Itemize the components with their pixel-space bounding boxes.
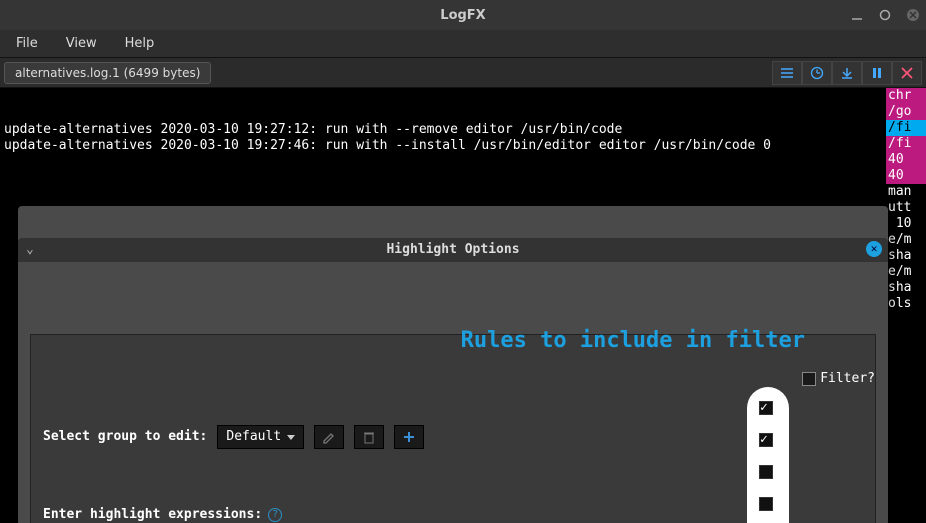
add-group-button[interactable]: [394, 425, 424, 449]
log-fragment: /fi: [886, 120, 926, 136]
tab-actions: [772, 61, 922, 85]
pause-icon[interactable]: [862, 61, 892, 85]
menu-help[interactable]: Help: [113, 32, 167, 55]
log-fragment: 40: [886, 152, 926, 168]
clock-icon[interactable]: [802, 61, 832, 85]
window-titlebar: LogFX: [0, 0, 926, 30]
log-fragment: sha: [886, 280, 926, 296]
dialog-close-button[interactable]: ✕: [866, 241, 882, 257]
dialog-title: Highlight Options: [386, 242, 519, 258]
log-fragment: e/m: [886, 232, 926, 248]
log-right-strip: chr/go/fi/fi4040manutt 10e/mshae/mshaols: [886, 88, 926, 312]
list-icon[interactable]: [772, 61, 802, 85]
log-fragment: 10: [886, 216, 926, 232]
filter-header-label: Filter?: [820, 371, 875, 387]
log-fragment: /fi: [886, 136, 926, 152]
file-tab[interactable]: alternatives.log.1 (6499 bytes): [4, 62, 211, 84]
download-icon[interactable]: [832, 61, 862, 85]
log-fragment: sha: [886, 248, 926, 264]
enter-expressions-label: Enter highlight expressions:: [43, 507, 262, 523]
log-fragment: e/m: [886, 264, 926, 280]
menu-file[interactable]: File: [4, 32, 50, 55]
log-fragment: utt: [886, 200, 926, 216]
tab-bar: alternatives.log.1 (6499 bytes): [0, 58, 926, 88]
group-select[interactable]: Default: [217, 425, 304, 449]
filter-header: Filter?: [802, 371, 875, 387]
log-viewport[interactable]: update-alternatives 2020-03-10 19:27:12:…: [0, 88, 926, 523]
filter-checkbox-0[interactable]: [759, 401, 773, 415]
close-icon[interactable]: [906, 8, 920, 22]
filter-header-checkbox[interactable]: [802, 372, 816, 386]
window-title: LogFX: [0, 8, 926, 23]
log-fragment: chr: [886, 88, 926, 104]
log-fragment: ols: [886, 296, 926, 312]
dialog-titlebar: ⌄ Highlight Options ✕: [18, 238, 888, 262]
select-group-label: Select group to edit:: [43, 429, 207, 445]
filter-checkbox-2[interactable]: [759, 465, 773, 479]
caret-down-icon: [287, 435, 295, 440]
group-select-value: Default: [226, 429, 281, 445]
menu-bar: File View Help: [0, 30, 926, 58]
log-line: update-alternatives 2020-03-10 19:27:46:…: [4, 138, 922, 154]
menu-view[interactable]: View: [54, 32, 109, 55]
log-fragment: /go: [886, 104, 926, 120]
highlight-options-dialog: ⌄ Highlight Options ✕ Rules to include i…: [18, 206, 888, 523]
window-buttons: [850, 0, 920, 30]
edit-group-button[interactable]: [314, 425, 344, 449]
dialog-panel: Rules to include in filter Select group …: [30, 334, 876, 523]
annotation-oval: [747, 387, 789, 523]
minimize-icon[interactable]: [850, 8, 864, 22]
file-tab-label: alternatives.log.1 (6499 bytes): [15, 66, 200, 80]
log-fragment: man: [886, 184, 926, 200]
maximize-icon[interactable]: [878, 8, 892, 22]
close-tab-icon[interactable]: [892, 61, 922, 85]
chevron-down-icon[interactable]: ⌄: [26, 242, 34, 258]
delete-group-button[interactable]: [354, 425, 384, 449]
help-icon[interactable]: ?: [268, 508, 282, 522]
annotation-text: Rules to include in filter: [461, 333, 805, 349]
log-fragment: 40: [886, 168, 926, 184]
log-line: update-alternatives 2020-03-10 19:27:12:…: [4, 122, 922, 138]
